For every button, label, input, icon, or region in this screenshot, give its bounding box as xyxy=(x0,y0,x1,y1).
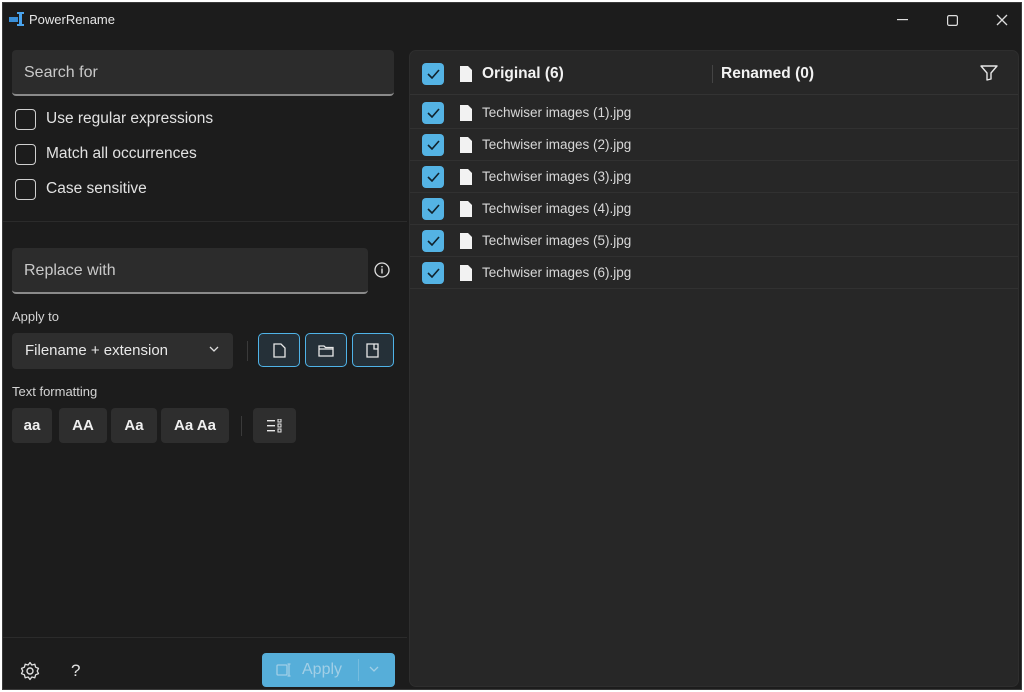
minimize-button[interactable] xyxy=(879,3,925,37)
gear-icon[interactable] xyxy=(20,661,40,681)
filter-icon[interactable] xyxy=(980,65,998,81)
file-checkbox[interactable] xyxy=(422,134,444,156)
numbered-list-icon xyxy=(266,418,281,432)
close-icon xyxy=(996,14,1008,26)
window-title: PowerRename xyxy=(29,12,115,27)
apply-to-dropdown[interactable]: Filename + extension xyxy=(12,333,233,369)
file-row[interactable]: Techwiser images (2).jpg xyxy=(410,129,1018,161)
apply-label: Apply xyxy=(302,661,343,678)
lowercase-button[interactable]: aa xyxy=(12,408,52,443)
rename-icon xyxy=(276,663,291,677)
close-button[interactable] xyxy=(979,3,1021,37)
file-checkbox[interactable] xyxy=(422,166,444,188)
maximize-button[interactable] xyxy=(929,3,975,37)
file-row[interactable]: Techwiser images (4).jpg xyxy=(410,193,1018,225)
divider xyxy=(247,341,248,361)
check-icon xyxy=(426,140,440,150)
options-pane: Search for Use regular expressions Match… xyxy=(3,37,407,689)
file-name: Techwiser images (6).jpg xyxy=(482,265,632,280)
file-name: Techwiser images (1).jpg xyxy=(482,105,632,120)
uppercase-button[interactable]: AA xyxy=(59,408,107,443)
check-icon xyxy=(426,108,440,118)
titlecase-button[interactable]: Aa xyxy=(111,408,157,443)
file-icon xyxy=(460,105,472,121)
divider xyxy=(3,221,407,222)
replace-input[interactable]: Replace with xyxy=(12,248,368,294)
text-formatting-label: Text formatting xyxy=(12,384,98,399)
use-regex-option[interactable]: Use regular expressions xyxy=(15,107,213,131)
match-all-option[interactable]: Match all occurrences xyxy=(15,142,197,166)
file-icon xyxy=(460,201,472,217)
divider xyxy=(712,65,713,83)
apply-button[interactable]: Apply xyxy=(262,653,395,687)
file-name: Techwiser images (2).jpg xyxy=(482,137,632,152)
file-list-pane: Original (6) Renamed (0) Techwiser image… xyxy=(409,50,1019,687)
file-name: Techwiser images (5).jpg xyxy=(482,233,632,248)
file-checkbox[interactable] xyxy=(422,198,444,220)
file-icon xyxy=(460,265,472,281)
include-folders-button[interactable] xyxy=(305,333,347,367)
check-icon xyxy=(426,268,440,278)
check-icon xyxy=(426,69,440,79)
case-sensitive-label: Case sensitive xyxy=(46,180,147,197)
file-list-header: Original (6) Renamed (0) xyxy=(410,51,1018,95)
apply-to-selected: Filename + extension xyxy=(25,342,168,359)
minimize-icon xyxy=(896,19,908,21)
search-input[interactable]: Search for xyxy=(12,50,394,96)
include-subfolders-button[interactable] xyxy=(352,333,394,367)
info-icon[interactable] xyxy=(373,261,391,279)
use-regex-checkbox[interactable] xyxy=(15,108,36,130)
file-icon xyxy=(272,342,286,358)
maximize-icon xyxy=(946,14,958,26)
file-row[interactable]: Techwiser images (5).jpg xyxy=(410,225,1018,257)
divider xyxy=(3,637,407,638)
apply-to-label: Apply to xyxy=(12,309,59,324)
check-icon xyxy=(426,204,440,214)
file-name: Techwiser images (3).jpg xyxy=(482,169,632,184)
capitalize-each-word-button[interactable]: Aa Aa xyxy=(161,408,229,443)
file-row[interactable]: Techwiser images (6).jpg xyxy=(410,257,1018,289)
search-placeholder: Search for xyxy=(24,64,98,81)
match-all-label: Match all occurrences xyxy=(46,145,197,162)
match-all-checkbox[interactable] xyxy=(15,143,36,165)
chevron-down-icon xyxy=(209,346,219,352)
app-window: PowerRename Search for Use regular expre… xyxy=(2,2,1022,690)
file-checkbox[interactable] xyxy=(422,262,444,284)
chevron-down-icon[interactable] xyxy=(369,666,379,672)
check-icon xyxy=(426,236,440,246)
select-all-checkbox[interactable] xyxy=(422,63,444,85)
file-icon xyxy=(460,233,472,249)
file-checkbox[interactable] xyxy=(422,102,444,124)
case-sensitive-checkbox[interactable] xyxy=(15,178,36,200)
help-button[interactable]: ? xyxy=(71,661,80,681)
divider xyxy=(358,659,359,681)
folder-icon xyxy=(318,344,334,357)
replace-placeholder: Replace with xyxy=(24,262,116,279)
include-files-button[interactable] xyxy=(258,333,300,367)
file-checkbox[interactable] xyxy=(422,230,444,252)
subfolder-file-icon xyxy=(366,342,379,358)
renamed-column-header[interactable]: Renamed (0) xyxy=(721,65,814,83)
divider xyxy=(241,416,242,436)
file-row[interactable]: Techwiser images (3).jpg xyxy=(410,161,1018,193)
enumerate-button[interactable] xyxy=(253,408,296,443)
original-column-header[interactable]: Original (6) xyxy=(482,65,564,83)
case-sensitive-option[interactable]: Case sensitive xyxy=(15,177,147,201)
file-icon xyxy=(460,169,472,185)
file-icon xyxy=(460,137,472,153)
file-icon xyxy=(460,66,472,82)
title-bar: PowerRename xyxy=(3,3,1021,37)
use-regex-label: Use regular expressions xyxy=(46,110,214,127)
file-row[interactable]: Techwiser images (1).jpg xyxy=(410,97,1018,129)
app-icon xyxy=(9,12,24,26)
check-icon xyxy=(426,172,440,182)
file-name: Techwiser images (4).jpg xyxy=(482,201,632,216)
